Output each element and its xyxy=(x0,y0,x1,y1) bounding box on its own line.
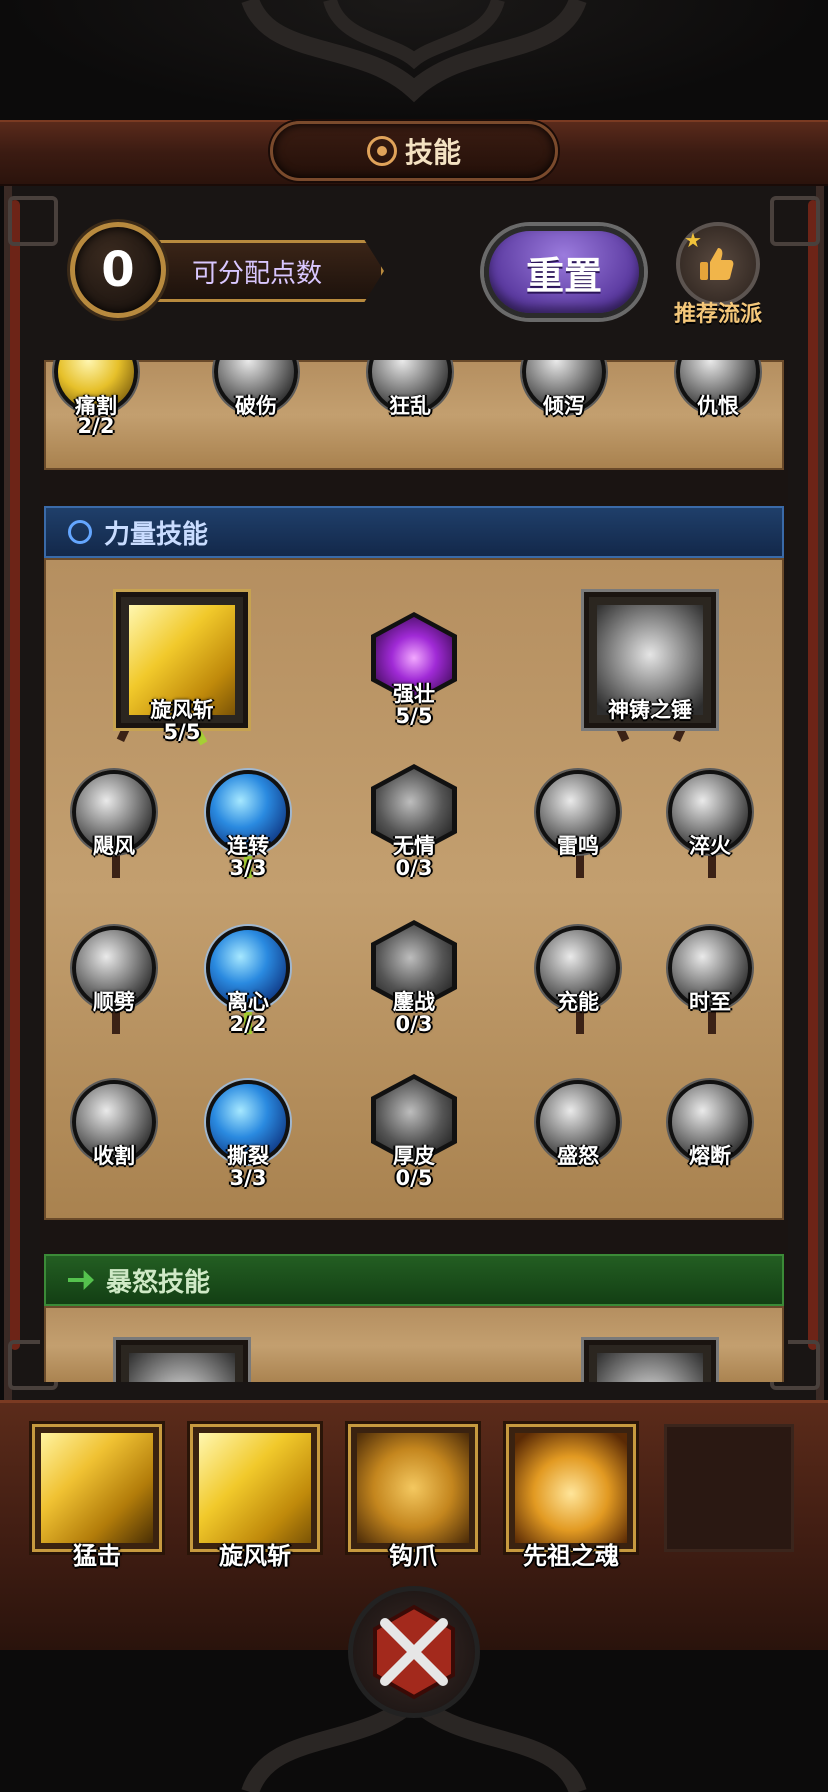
skill-level: 3/3 xyxy=(229,856,267,880)
hotbar-label: 先祖之魂 xyxy=(523,1542,619,1570)
skill-art xyxy=(515,1433,627,1543)
frame-corner xyxy=(770,196,820,246)
crossed-swords-close-icon xyxy=(373,1604,455,1700)
title-plate: 技能 xyxy=(270,121,558,181)
top-ornament xyxy=(0,0,828,120)
recommend-build-button[interactable]: ★ 推荐流派 xyxy=(666,222,770,327)
skill-level: 0/5 xyxy=(395,1166,433,1190)
skill-level: 2/2 xyxy=(77,414,115,438)
close-button[interactable] xyxy=(348,1586,480,1718)
skill-label: 收割 xyxy=(93,1144,135,1168)
hotbar-label: 猛击 xyxy=(73,1542,121,1570)
skill-label: 充能 xyxy=(557,990,599,1014)
rage-icon xyxy=(68,1270,94,1290)
hotbar-label: 旋风斩 xyxy=(219,1542,291,1570)
rage-section-header: 暴怒技能 xyxy=(44,1254,784,1306)
skill-label: 破伤 xyxy=(235,394,277,418)
points-label: 可分配点数 xyxy=(192,258,323,289)
skill-label: 神铸之锤 xyxy=(608,698,692,722)
skill-label: 雷鸣 xyxy=(557,834,599,858)
skill-art xyxy=(41,1433,153,1543)
skill-label: 仇恨 xyxy=(697,394,739,418)
page-title: 技能 xyxy=(404,136,461,169)
skill-label: 顺劈 xyxy=(93,990,135,1014)
skill-label: 时至 xyxy=(689,990,731,1014)
thumbs-up-icon xyxy=(700,248,734,280)
skill-label: 淬火 xyxy=(689,834,731,858)
recommend-label: 推荐流派 xyxy=(673,302,762,327)
skill-label: 飓风 xyxy=(93,834,135,858)
skill-wheel-icon xyxy=(366,136,397,166)
skill-level: 5/5 xyxy=(395,704,433,728)
hotbar-slot-2[interactable] xyxy=(190,1424,320,1552)
hotbar-label: 钩爪 xyxy=(389,1542,437,1570)
skill-level: 5/5 xyxy=(163,720,201,744)
frame-corner xyxy=(8,196,58,246)
strength-icon xyxy=(68,520,92,544)
rage-section-title: 暴怒技能 xyxy=(106,1267,211,1298)
skill-label: 盛怒 xyxy=(557,1144,599,1168)
skill-art xyxy=(199,1433,311,1543)
frame-left-rail xyxy=(10,200,20,1350)
skill-label: 熔断 xyxy=(689,1144,731,1168)
skill-level: 0/3 xyxy=(395,1012,433,1036)
frame-right-rail xyxy=(808,200,818,1350)
strength-section-title: 力量技能 xyxy=(104,519,209,550)
skill-level: 3/3 xyxy=(229,1166,267,1190)
reset-button[interactable]: 重置 xyxy=(484,226,644,318)
rage-skill-slot[interactable] xyxy=(116,1340,248,1382)
skill-label: 狂乱 xyxy=(389,394,431,418)
skill-label: 倾泻 xyxy=(543,394,585,418)
strength-section-header: 力量技能 xyxy=(44,506,784,558)
hotbar-slot-3[interactable] xyxy=(348,1424,478,1552)
skill-level: 0/3 xyxy=(395,856,433,880)
hotbar-slot-1[interactable] xyxy=(32,1424,162,1552)
skill-art xyxy=(357,1433,469,1543)
hotbar-slot-empty[interactable] xyxy=(664,1424,794,1552)
skill-level: 2/2 xyxy=(229,1012,267,1036)
skill-scroll-panel[interactable]: 痛割 2/2 破伤 狂乱 倾泻 仇恨 力量技能 旋风斩 5/5 强壮 5/5 神… xyxy=(40,360,788,1382)
rage-skill-slot[interactable] xyxy=(584,1340,716,1382)
available-points: 0 xyxy=(70,222,166,318)
points-label-bar: 可分配点数 xyxy=(140,240,384,302)
hotbar-slot-4[interactable] xyxy=(506,1424,636,1552)
